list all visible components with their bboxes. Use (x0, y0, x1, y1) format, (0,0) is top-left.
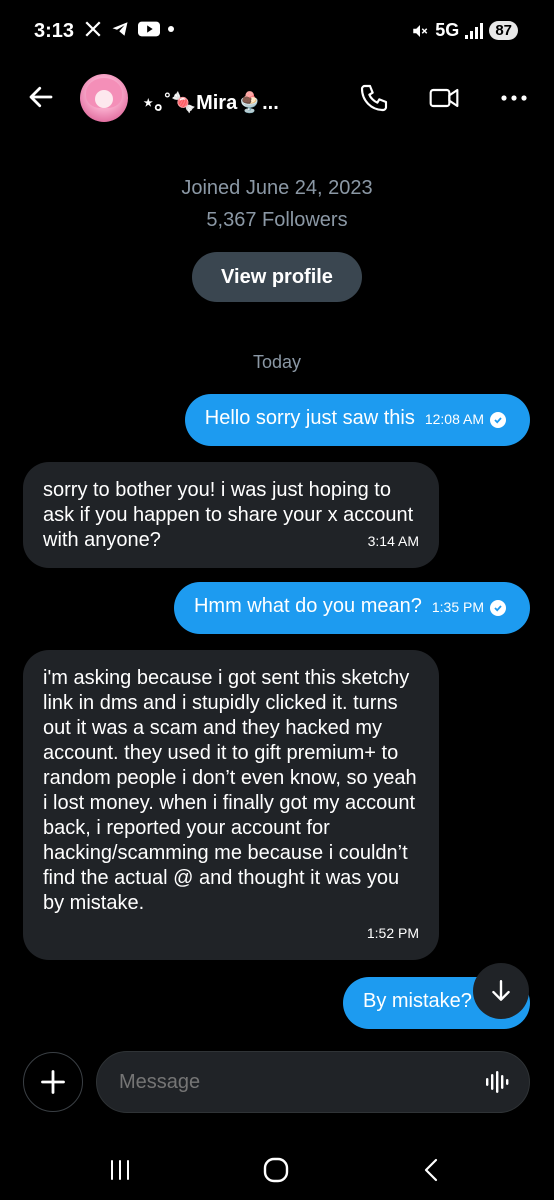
scroll-to-bottom-button[interactable] (473, 963, 529, 1019)
x-logo-icon (85, 21, 101, 37)
profile-summary: Joined June 24, 2023 5,367 Followers Vie… (0, 172, 554, 302)
message-time: 1:52 PM (366, 925, 419, 941)
battery-level: 87 (489, 21, 518, 40)
message-input[interactable] (119, 1052, 459, 1112)
message-incoming[interactable]: sorry to bother you! i was just hoping t… (23, 462, 439, 568)
message-time: 12:08 AM (424, 411, 484, 427)
more-icon[interactable] (498, 82, 530, 114)
message-time: 1:35 PM (431, 599, 484, 615)
message-text: sorry to bother you! i was just hoping t… (43, 479, 414, 551)
telegram-icon (112, 22, 128, 36)
message-time: 3:14 AM (367, 533, 419, 549)
recent-apps-icon[interactable] (104, 1154, 136, 1186)
message-text: i'm asking because i got sent this sketc… (43, 667, 417, 914)
status-bar: 3:13 5G 87 (0, 0, 554, 64)
status-time: 3:13 (34, 20, 75, 42)
network-type: 5G (435, 20, 460, 40)
followers-count: 5,367 Followers (206, 209, 348, 231)
youtube-icon (138, 21, 160, 37)
read-receipt-icon (490, 599, 506, 616)
system-status: 5G 87 (411, 20, 518, 41)
arrow-left-icon[interactable] (26, 82, 56, 112)
mute-icon (413, 24, 428, 37)
message-text: Hmm what do you mean? (193, 595, 422, 617)
back-nav-icon[interactable] (416, 1154, 448, 1186)
plus-icon (41, 1070, 65, 1094)
contact-name[interactable]: ⋆｡˚🍬Mira🍨... (142, 86, 279, 115)
message-composer (96, 1051, 530, 1113)
voice-message-icon[interactable] (485, 1071, 509, 1093)
avatar[interactable] (80, 74, 128, 122)
message-text: Hello sorry just saw this (204, 407, 415, 429)
read-receipt-icon (490, 411, 506, 428)
message-outgoing[interactable]: Hmm what do you mean? 1:35 PM (173, 582, 530, 634)
system-nav-bar (0, 1140, 554, 1200)
home-icon[interactable] (260, 1154, 292, 1186)
arrow-down-icon (492, 980, 510, 1001)
dot-icon (168, 26, 174, 32)
chat-header: ⋆｡˚🍬Mira🍨... (0, 64, 554, 130)
add-attachment-button[interactable] (23, 1052, 83, 1112)
message-incoming[interactable]: i'm asking because i got sent this sketc… (23, 650, 439, 960)
message-outgoing[interactable]: Hello sorry just saw this 12:08 AM (184, 394, 530, 446)
signal-icon (465, 22, 484, 39)
date-divider: Today (252, 352, 302, 372)
phone-icon[interactable] (358, 82, 390, 114)
view-profile-button[interactable]: View profile (192, 252, 362, 302)
notification-icons (84, 20, 174, 38)
message-text: By mistake? (363, 990, 472, 1012)
video-icon[interactable] (428, 82, 460, 114)
joined-date: Joined June 24, 2023 (181, 177, 373, 199)
